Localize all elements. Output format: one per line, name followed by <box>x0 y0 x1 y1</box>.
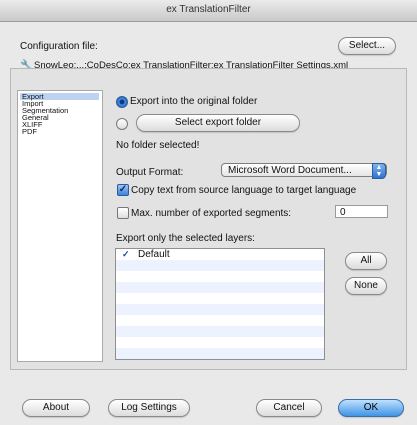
cancel-button[interactable]: Cancel <box>256 399 322 417</box>
layers-list[interactable]: ✓ Default <box>115 248 325 360</box>
select-none-button[interactable]: None <box>345 277 387 295</box>
title-bar: ex TranslationFilter <box>0 0 417 22</box>
list-row-empty <box>116 271 324 282</box>
ok-button[interactable]: OK <box>338 399 404 417</box>
output-format-label: Output Format: <box>116 167 184 178</box>
layer-name: Default <box>138 249 170 260</box>
copy-text-checkbox[interactable]: ✓ <box>117 184 129 196</box>
list-row-empty <box>116 304 324 315</box>
max-segments-checkbox[interactable] <box>117 207 129 219</box>
list-row-empty <box>116 282 324 293</box>
radio-original-folder-label: Export into the original folder <box>130 96 258 107</box>
radio-export-folder[interactable] <box>116 118 128 130</box>
copy-text-label: Copy text from source language to target… <box>131 185 357 196</box>
sidebar-item-pdf[interactable]: PDF <box>20 128 99 136</box>
window-title: ex TranslationFilter <box>166 4 251 15</box>
list-row-empty <box>116 326 324 337</box>
list-row-empty <box>116 260 324 271</box>
radio-original-folder[interactable] <box>116 96 128 108</box>
select-all-button[interactable]: All <box>345 252 387 270</box>
about-button[interactable]: About <box>22 399 90 417</box>
log-settings-button[interactable]: Log Settings <box>108 399 190 417</box>
list-row-empty <box>116 337 324 348</box>
list-row-empty <box>116 315 324 326</box>
max-segments-input[interactable]: 0 <box>335 205 388 218</box>
output-format-select[interactable]: Microsoft Word Document... ▲ ▼ <box>221 163 387 179</box>
select-export-folder-button[interactable]: Select export folder <box>136 114 300 132</box>
no-folder-status: No folder selected! <box>116 140 200 151</box>
chevron-updown-icon: ▲ ▼ <box>372 163 386 179</box>
max-segments-label: Max. number of exported segments: <box>131 208 292 219</box>
config-file-label: Configuration file: <box>20 41 98 52</box>
config-select-button[interactable]: Select... <box>338 37 396 55</box>
settings-sidebar: Export Import Segmentation General XLIFF… <box>17 90 103 362</box>
list-row-empty <box>116 293 324 304</box>
layers-label: Export only the selected layers: <box>116 233 255 244</box>
list-item[interactable]: ✓ Default <box>116 249 324 260</box>
layer-checkbox[interactable]: ✓ <box>122 249 130 260</box>
output-format-value: Microsoft Word Document... <box>228 165 352 176</box>
list-row-empty <box>116 348 324 359</box>
